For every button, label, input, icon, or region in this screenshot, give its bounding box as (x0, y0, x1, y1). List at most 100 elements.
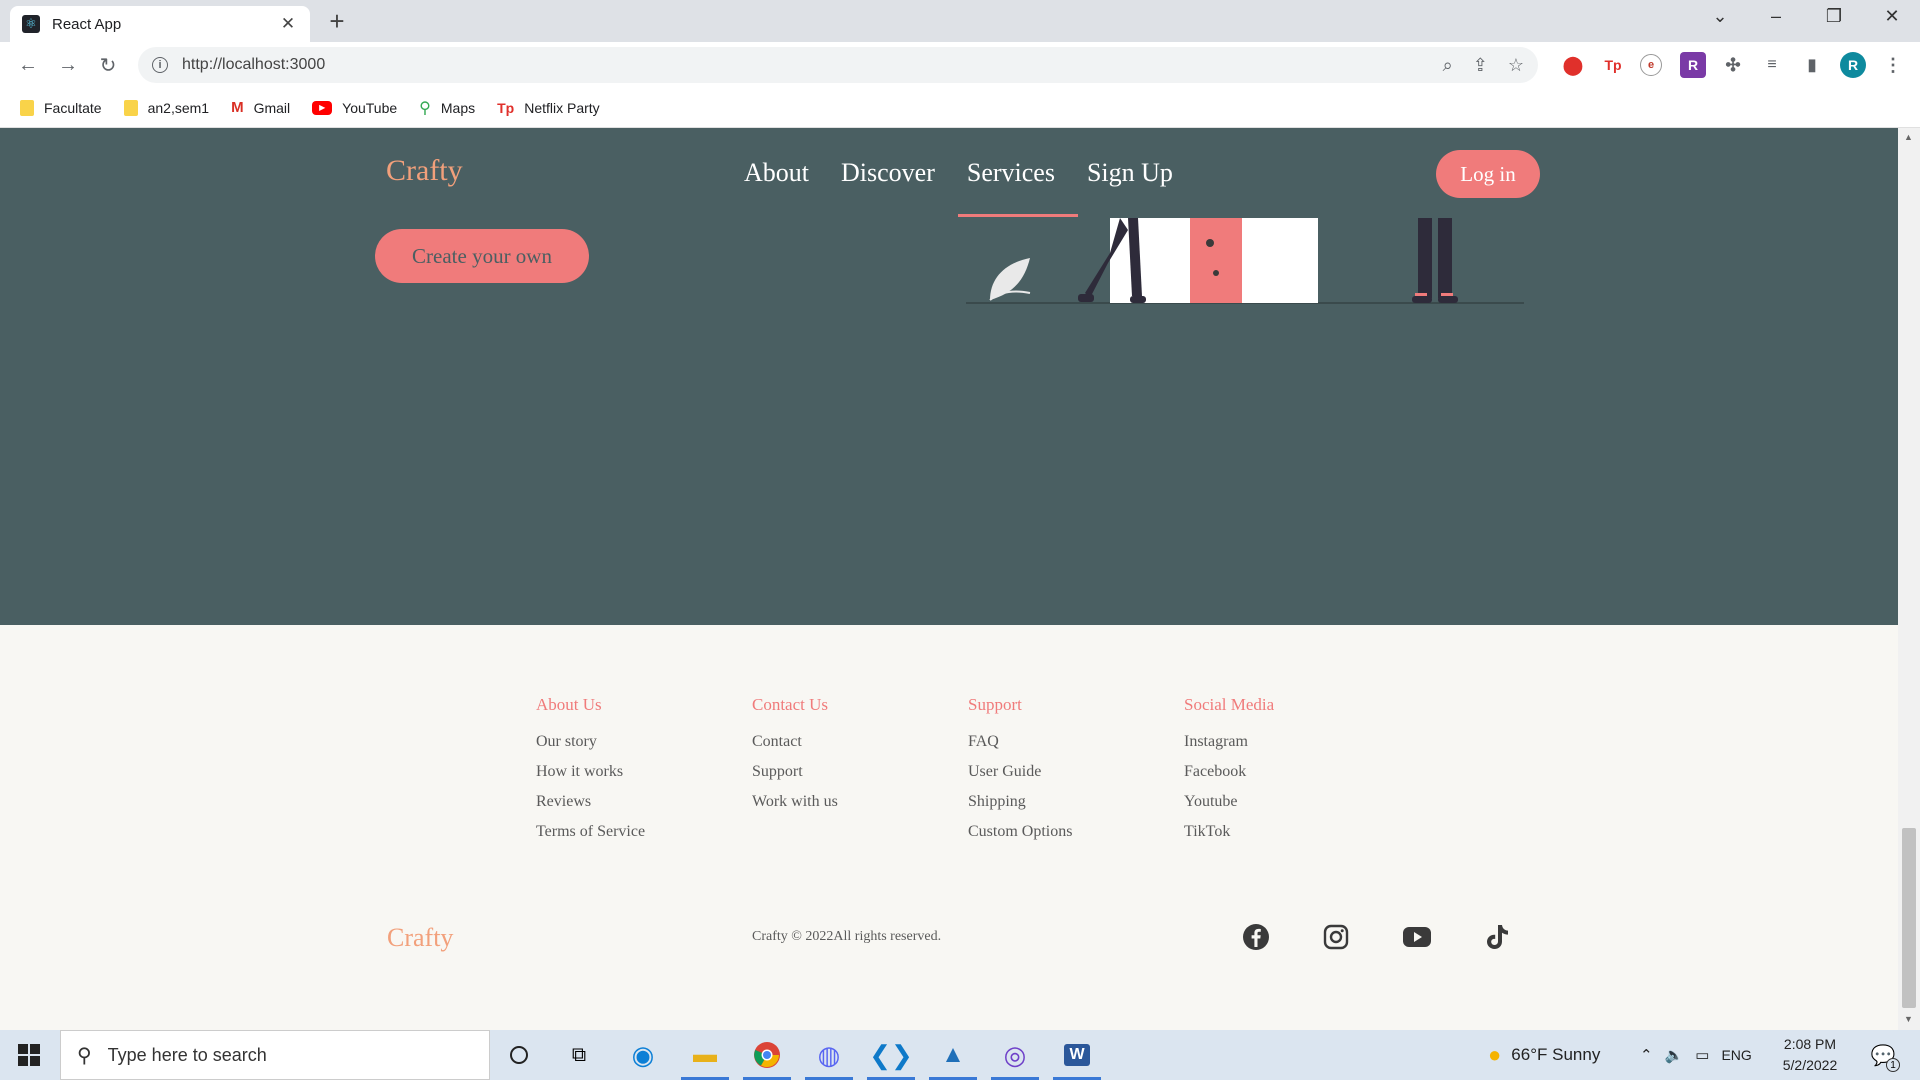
create-your-own-button[interactable]: Create your own (375, 229, 589, 283)
hero-illustration (966, 218, 1524, 304)
footer-heading: Social Media (1184, 695, 1275, 714)
footer-link[interactable]: Youtube (1184, 793, 1274, 811)
maximize-button[interactable]: ❐ (1814, 6, 1854, 27)
scroll-down-arrow[interactable]: ▼ (1904, 1014, 1913, 1024)
r-extension-icon[interactable]: R (1680, 52, 1706, 78)
scroll-up-arrow[interactable]: ▲ (1904, 132, 1913, 142)
extensions-icon[interactable]: ✣ (1720, 52, 1746, 78)
share-icon[interactable]: ⇪ (1473, 55, 1488, 76)
footer-logo[interactable]: Crafty (387, 923, 453, 953)
facebook-icon[interactable] (1240, 921, 1272, 953)
bookmark-label: Netflix Party (524, 99, 600, 116)
teleparty-extension-icon[interactable]: Tp (1600, 52, 1626, 78)
chevron-up-icon[interactable]: ⌃ (1640, 1046, 1653, 1064)
footer-link[interactable]: FAQ (968, 733, 1072, 751)
footer-link[interactable]: User Guide (968, 763, 1072, 781)
folder-icon (20, 99, 34, 116)
footer-link[interactable]: TikTok (1184, 823, 1274, 841)
footer-link[interactable]: Our story (536, 733, 645, 751)
bookmark-an2sem1[interactable]: an2,sem1 (123, 99, 209, 116)
forward-icon[interactable]: → (48, 54, 88, 77)
nav-about[interactable]: About (744, 158, 809, 188)
side-panel-icon[interactable]: ▮ (1799, 52, 1825, 78)
browser-tab[interactable]: ⚛ React App ✕ (10, 6, 310, 42)
footer-link[interactable]: Shipping (968, 793, 1072, 811)
sun-icon: ● (1488, 1042, 1502, 1067)
opera-extension-icon[interactable]: ⬤ (1560, 52, 1586, 78)
menu-icon[interactable]: ⋮ (1880, 52, 1906, 78)
chrome-icon[interactable] (750, 1038, 784, 1072)
volume-icon[interactable]: 🔈 (1665, 1046, 1684, 1064)
bookmark-gmail[interactable]: M Gmail (231, 99, 290, 116)
reading-list-icon[interactable]: ≡ (1759, 52, 1785, 78)
footer-heading: About Us (536, 695, 602, 714)
footer-link[interactable]: Facebook (1184, 763, 1274, 781)
language-indicator[interactable]: ENG (1721, 1047, 1751, 1063)
copyright-text: Crafty © 2022All rights reserved. (752, 929, 942, 944)
search-icon: ⚲ (77, 1044, 92, 1067)
nav-sign-up[interactable]: Sign Up (1087, 158, 1173, 188)
notifications-icon[interactable]: 💬 1 (1866, 1038, 1900, 1072)
weather-widget[interactable]: ● 66°F Sunny (1488, 1030, 1600, 1080)
maps-icon: ⚲ (419, 99, 431, 117)
new-tab-button[interactable]: + (322, 8, 352, 34)
footer-link[interactable]: Work with us (752, 793, 838, 811)
photos-icon[interactable]: ▲ (936, 1038, 970, 1072)
youtube-icon[interactable] (1401, 921, 1433, 953)
notification-count: 1 (1886, 1058, 1900, 1072)
footer-link[interactable]: Custom Options (968, 823, 1072, 841)
footer-link[interactable]: Contact (752, 733, 838, 751)
nav-discover[interactable]: Discover (841, 158, 935, 188)
tiktok-icon[interactable] (1481, 921, 1513, 953)
bookmark-netflix-party[interactable]: Tp Netflix Party (497, 100, 600, 116)
footer-link[interactable]: Reviews (536, 793, 645, 811)
close-tab-icon[interactable]: ✕ (278, 14, 298, 34)
gmail-icon: M (231, 99, 244, 116)
close-window-button[interactable]: ✕ (1872, 6, 1912, 27)
file-explorer-icon[interactable]: ▬ (688, 1038, 722, 1072)
tab-search-icon[interactable]: ⌄ (1700, 6, 1740, 27)
teleparty-icon: Tp (497, 99, 515, 116)
bookmark-label: YouTube (342, 99, 398, 116)
bookmark-star-icon[interactable]: ☆ (1508, 55, 1524, 76)
site-logo[interactable]: Crafty (386, 154, 463, 188)
cortana-icon[interactable] (502, 1038, 536, 1072)
hero-section: Crafty About Discover Services Sign Up L… (0, 128, 1898, 625)
footer-link[interactable]: Terms of Service (536, 823, 645, 841)
weather-text: 66°F Sunny (1511, 1045, 1601, 1064)
profile-avatar[interactable]: R (1840, 52, 1866, 78)
bookmark-maps[interactable]: ⚲ Maps (419, 98, 475, 118)
zoom-icon[interactable]: ⌕ (1443, 55, 1453, 76)
url-text: http://localhost:3000 (182, 56, 326, 73)
instagram-icon[interactable] (1320, 921, 1352, 953)
scrollbar-thumb[interactable] (1902, 828, 1916, 1008)
page-scrollbar[interactable]: ▲ ▼ (1898, 128, 1920, 1030)
nav-services[interactable]: Services (967, 158, 1055, 188)
bookmark-youtube[interactable]: ▶ YouTube (312, 100, 397, 116)
login-button[interactable]: Log in (1436, 150, 1540, 198)
minimize-button[interactable]: – (1756, 6, 1796, 27)
address-bar[interactable]: i http://localhost:3000 ⌕ ⇪ ☆ (138, 47, 1538, 83)
task-view-icon[interactable]: ⧉ (562, 1038, 596, 1072)
bookmark-facultate[interactable]: Facultate (20, 99, 102, 116)
clock[interactable]: 2:08 PM 5/2/2022 (1770, 1034, 1850, 1076)
edge-icon[interactable]: ◉ (626, 1038, 660, 1072)
site-footer: About Us Our story How it works Reviews … (0, 625, 1898, 1030)
reload-icon[interactable]: ↻ (88, 53, 128, 78)
windows-start-icon[interactable] (12, 1038, 46, 1072)
word-icon[interactable]: W (1060, 1038, 1094, 1072)
privacy-extension-icon[interactable]: e (1640, 54, 1662, 76)
browser-titlebar: ⚛ React App ✕ + ⌄ – ❐ ✕ (0, 0, 1920, 42)
site-info-icon[interactable]: i (152, 57, 168, 73)
footer-link[interactable]: Support (752, 763, 838, 781)
vscode-icon[interactable]: ❮❯ (869, 1038, 913, 1072)
footer-link[interactable]: How it works (536, 763, 645, 781)
github-desktop-icon[interactable]: ◎ (998, 1038, 1032, 1072)
battery-icon[interactable]: ▭ (1695, 1046, 1709, 1064)
back-icon[interactable]: ← (8, 54, 48, 77)
footer-link[interactable]: Instagram (1184, 733, 1274, 751)
windows-taskbar: ⚲ Type here to search ⧉ ◉ ▬ ◍ ❮❯ ▲ ◎ W ●… (0, 1030, 1920, 1080)
discord-icon[interactable]: ◍ (812, 1038, 846, 1072)
taskbar-search-box[interactable]: ⚲ Type here to search (60, 1030, 490, 1080)
footer-column-social: Social Media Instagram Facebook Youtube … (1184, 695, 1274, 853)
